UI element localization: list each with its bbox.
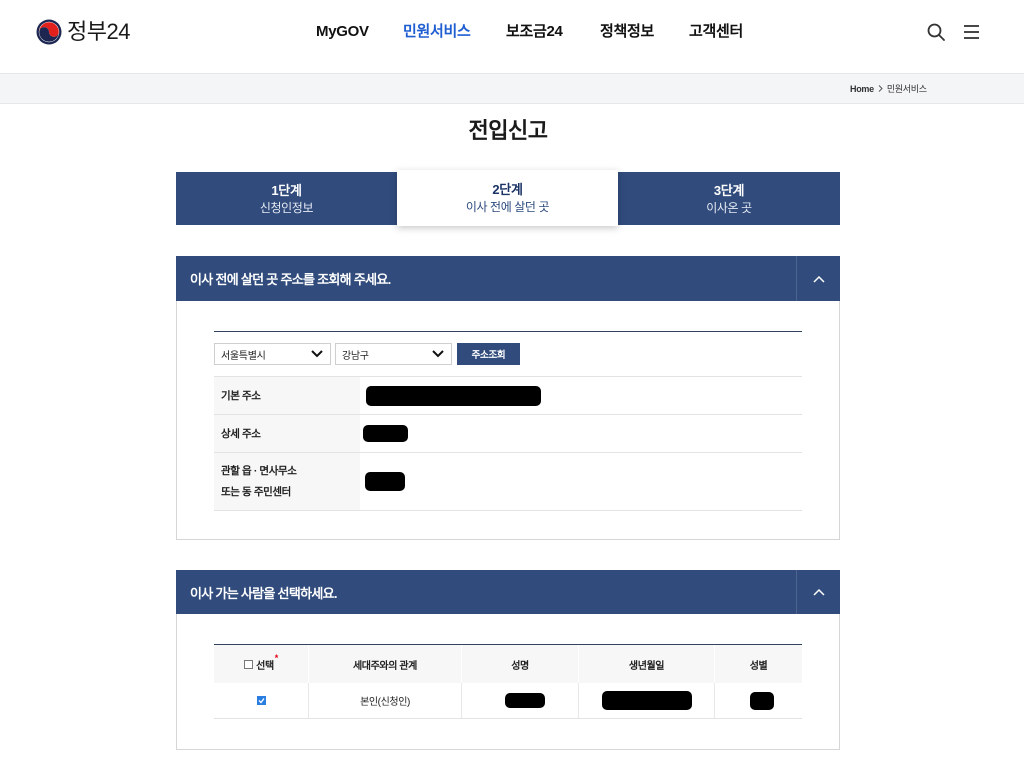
breadcrumb-current[interactable]: 민원서비스: [887, 82, 927, 95]
jurisdiction-label-line-1: 관할 읍 · 면사무소: [221, 464, 297, 477]
required-mark: *: [274, 653, 279, 663]
movers-section-body: 선택 * 세대주와의 관계 성명 생년월일 성별 본인(신청인): [176, 614, 840, 750]
step-label: 이사 전에 살던 곳: [465, 200, 550, 214]
previous-address-section-body: 서울특별시 강남구 주소조회 기본 주소 상세 주소 관할 읍 · 면사무소 또…: [176, 301, 840, 540]
basic-address-value: [360, 377, 802, 414]
nav-mygov[interactable]: MyGOV: [316, 22, 369, 42]
column-gender: 성별: [714, 645, 802, 683]
logo[interactable]: 정부24: [36, 19, 130, 45]
chevron-down-icon: [432, 350, 444, 358]
breadcrumb-home[interactable]: Home: [850, 84, 874, 94]
previous-address-section-header: 이사 전에 살던 곳 주소를 조회해 주세요.: [176, 256, 840, 301]
column-birthdate: 생년월일: [578, 645, 714, 683]
step-2-tab: 2단계 이사 전에 살던 곳: [397, 170, 618, 226]
step-number: 3단계: [713, 182, 745, 198]
check-icon: [258, 698, 265, 704]
section-title: 이사 가는 사람을 선택하세요.: [190, 585, 337, 601]
nav-customer-center[interactable]: 고객센터: [689, 22, 743, 42]
select-all-checkbox[interactable]: [244, 659, 254, 669]
hamburger-menu-icon[interactable]: [963, 24, 980, 40]
section-collapse-toggle[interactable]: [797, 570, 840, 614]
step-indicator: 1단계 신청인정보 2단계 이사 전에 살던 곳 3단계 이사온 곳: [176, 170, 840, 226]
step-number: 1단계: [271, 182, 302, 198]
nav-civil-service[interactable]: 민원서비스: [403, 22, 471, 42]
site-header: 정부24 MyGOV 민원서비스 보조금24 정책정보 고객센터: [0, 0, 1024, 73]
chevron-down-icon: [311, 350, 323, 358]
jurisdiction-office-row: 관할 읍 · 면사무소 또는 동 주민센터: [214, 453, 802, 511]
redacted-jurisdiction-office: [365, 472, 405, 491]
page-title: 전입신고: [468, 118, 548, 143]
step-3-tab: 3단계 이사온 곳: [618, 172, 840, 225]
step-label: 신청인정보: [259, 200, 314, 215]
movers-table: 선택 * 세대주와의 관계 성명 생년월일 성별 본인(신청인): [214, 644, 802, 719]
government-emblem-icon: [36, 19, 62, 45]
detail-address-value: [360, 415, 802, 452]
redacted-name: [505, 693, 545, 708]
redacted-detail-address: [363, 425, 408, 442]
district-select[interactable]: 강남구: [335, 343, 452, 365]
movers-section-header: 이사 가는 사람을 선택하세요.: [176, 570, 840, 614]
table-header-row: 선택 * 세대주와의 관계 성명 생년월일 성별: [214, 645, 802, 683]
column-relation: 세대주와의 관계: [308, 645, 461, 683]
address-search-button[interactable]: 주소조회: [457, 343, 520, 365]
nav-policy-info[interactable]: 정책정보: [600, 22, 654, 42]
chevron-right-icon: [878, 85, 883, 92]
city-select-value: 서울특별시: [221, 350, 266, 362]
column-select: 선택 *: [214, 645, 308, 683]
section-collapse-toggle[interactable]: [797, 256, 840, 301]
address-result-table: 기본 주소 상세 주소 관할 읍 · 면사무소 또는 동 주민센터: [214, 376, 802, 511]
step-label: 이사온 곳: [706, 200, 752, 215]
logo-text: 정부24: [67, 19, 130, 44]
district-select-value: 강남구: [342, 350, 369, 362]
redacted-basic-address: [366, 385, 541, 406]
row-select-cell: [214, 683, 308, 718]
detail-address-label: 상세 주소: [214, 415, 360, 452]
relation-cell: 본인(신청인): [308, 683, 461, 718]
search-icon[interactable]: [927, 23, 945, 41]
table-top-rule: [214, 331, 802, 332]
basic-address-label: 기본 주소: [214, 377, 360, 414]
section-title: 이사 전에 살던 곳 주소를 조회해 주세요.: [190, 272, 391, 287]
chevron-up-icon: [812, 588, 825, 596]
redacted-gender: [749, 691, 774, 710]
redacted-birthdate: [601, 691, 692, 710]
basic-address-row: 기본 주소: [214, 377, 802, 415]
name-cell: [461, 683, 578, 718]
step-1-tab: 1단계 신청인정보: [176, 172, 397, 225]
breadcrumb: Home 민원서비스: [850, 74, 927, 103]
jurisdiction-office-label: 관할 읍 · 면사무소 또는 동 주민센터: [214, 453, 360, 510]
birthdate-cell: [578, 683, 714, 718]
gender-cell: [714, 683, 802, 718]
jurisdiction-label-line-2: 또는 동 주민센터: [221, 485, 291, 498]
detail-address-row: 상세 주소: [214, 415, 802, 453]
city-select[interactable]: 서울특별시: [214, 343, 331, 365]
nav-subsidy24[interactable]: 보조금24: [506, 22, 563, 42]
step-number: 2단계: [492, 182, 523, 197]
row-select-checkbox[interactable]: [256, 696, 266, 705]
chevron-up-icon: [812, 275, 825, 283]
column-header-label: 선택: [256, 660, 274, 672]
jurisdiction-office-value: [360, 453, 802, 510]
column-name: 성명: [461, 645, 578, 683]
breadcrumb-bar: Home 민원서비스: [0, 73, 1024, 104]
table-row: 본인(신청인): [214, 683, 802, 719]
